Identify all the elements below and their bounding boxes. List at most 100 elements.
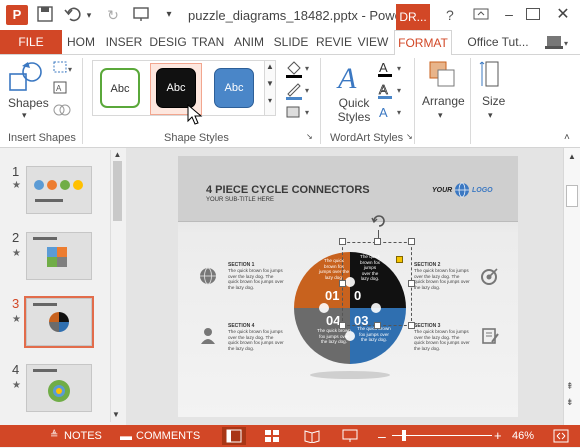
- scroll-thumb[interactable]: [113, 161, 122, 221]
- shape-outline-icon[interactable]: ▾: [284, 82, 314, 100]
- zoom-out-icon[interactable]: –: [378, 425, 386, 447]
- quick-styles-icon[interactable]: A: [334, 60, 368, 95]
- drawing-tools-tab[interactable]: DR...: [396, 4, 430, 30]
- rotate-handle-icon[interactable]: [370, 212, 388, 230]
- tab-slide-show[interactable]: SLIDE: [272, 30, 310, 54]
- save-icon[interactable]: [36, 6, 54, 24]
- resize-handle[interactable]: [374, 238, 381, 245]
- resize-handle[interactable]: [408, 280, 415, 287]
- text-outline-icon[interactable]: A ▾: [376, 82, 406, 100]
- comments-button[interactable]: COMMENTS: [136, 425, 200, 447]
- tab-home[interactable]: HOM: [64, 30, 98, 54]
- svg-text:A: A: [379, 82, 388, 97]
- slide-subtitle[interactable]: YOUR SUB-TITLE HERE: [206, 197, 274, 203]
- scroll-up-icon[interactable]: ▲: [564, 152, 580, 161]
- notes-icon[interactable]: ≜: [50, 425, 58, 447]
- quick-styles-button[interactable]: Quick Styles: [336, 96, 372, 124]
- customize-qat-icon[interactable]: ▾: [160, 6, 178, 24]
- globe-logo-icon: [454, 182, 470, 198]
- zoom-slider-track[interactable]: [392, 435, 492, 436]
- notes-button[interactable]: NOTES: [64, 425, 102, 447]
- collapse-ribbon-icon[interactable]: ˄: [564, 132, 576, 144]
- scroll-thumb[interactable]: [566, 185, 578, 207]
- slide-number: 4: [12, 362, 20, 377]
- presentation-icon[interactable]: [132, 6, 150, 24]
- zoom-level[interactable]: 46%: [512, 425, 534, 447]
- thumbnails-scrollbar[interactable]: ▲: [110, 150, 124, 422]
- ribbon-display-icon[interactable]: [472, 6, 492, 24]
- tab-design[interactable]: DESIG: [148, 30, 188, 54]
- scroll-down-icon[interactable]: ▼: [112, 410, 120, 419]
- scroll-up-icon[interactable]: ▲: [111, 150, 124, 159]
- resize-handle[interactable]: [408, 322, 415, 329]
- slide-thumbnail-2[interactable]: [26, 232, 92, 280]
- resize-handle[interactable]: [339, 280, 346, 287]
- shape-style-black-fill[interactable]: Abc: [156, 68, 196, 108]
- shapes-gallery-icon[interactable]: [8, 60, 46, 96]
- normal-view-icon[interactable]: [222, 427, 246, 445]
- shapes-button[interactable]: Shapes: [8, 96, 49, 110]
- text-box-icon[interactable]: A: [52, 80, 74, 96]
- slide-thumbnail-3[interactable]: [26, 298, 92, 346]
- size-dropdown-icon[interactable]: ▾: [488, 110, 493, 121]
- arrange-dropdown-icon[interactable]: ▾: [438, 110, 443, 121]
- zoom-slider-thumb[interactable]: [402, 430, 406, 441]
- redo-icon[interactable]: ↻: [104, 6, 122, 24]
- resize-handle[interactable]: [339, 238, 346, 245]
- resize-handle[interactable]: [408, 238, 415, 245]
- size-icon[interactable]: [478, 58, 506, 92]
- text-effects-icon[interactable]: A ▾: [376, 104, 406, 122]
- zoom-in-icon[interactable]: +: [494, 425, 502, 447]
- section-2-body: The quick brown fox jumps over the lazy …: [414, 268, 470, 290]
- size-button[interactable]: Size: [482, 94, 505, 108]
- section-1-body: The quick brown fox jumps over the lazy …: [228, 268, 284, 290]
- slide-show-icon[interactable]: [342, 429, 358, 443]
- tab-insert[interactable]: INSER: [104, 30, 144, 54]
- shapes-dropdown-icon[interactable]: ▾: [22, 110, 27, 121]
- adjust-handle[interactable]: [396, 256, 403, 263]
- undo-icon[interactable]: [64, 6, 82, 24]
- shape-fill-icon[interactable]: ▾: [284, 60, 314, 78]
- fit-to-window-icon[interactable]: [552, 428, 570, 444]
- account-name[interactable]: Office Tut...: [460, 30, 536, 54]
- document-title: puzzle_diagrams_18482.pptx - Powe...: [188, 8, 413, 23]
- slide-thumbnail-1[interactable]: [26, 166, 92, 214]
- maximize-icon[interactable]: [526, 8, 540, 20]
- tab-format[interactable]: FORMAT: [394, 30, 452, 55]
- resize-handle[interactable]: [374, 322, 381, 329]
- next-slide-icon[interactable]: ⇟: [566, 396, 574, 408]
- prev-slide-icon[interactable]: ⇞: [566, 380, 574, 392]
- shape-effects-icon[interactable]: ▾: [284, 104, 314, 122]
- scroll-down-icon[interactable]: ▼: [265, 73, 275, 95]
- tab-transitions[interactable]: TRAN: [190, 30, 226, 54]
- shape-style-blue-fill[interactable]: Abc: [214, 68, 254, 108]
- tab-view[interactable]: VIEW: [356, 30, 390, 54]
- arrange-button[interactable]: Arrange: [422, 94, 465, 108]
- slide-thumbnail-4[interactable]: [26, 364, 92, 412]
- text-fill-icon[interactable]: A ▾: [376, 60, 406, 78]
- tab-animations[interactable]: ANIM: [230, 30, 268, 54]
- undo-dropdown-icon[interactable]: ▾: [84, 6, 94, 24]
- star-icon: ★: [12, 380, 21, 391]
- shape-styles-launcher-icon[interactable]: ↘: [306, 132, 316, 142]
- globe-icon: [198, 266, 218, 286]
- close-icon[interactable]: ✕: [553, 4, 573, 24]
- account-icon[interactable]: ▾: [544, 34, 570, 52]
- minimize-icon[interactable]: –: [500, 6, 518, 24]
- help-icon[interactable]: ?: [440, 6, 462, 24]
- slide-sorter-icon[interactable]: [264, 429, 280, 443]
- edit-shape-icon[interactable]: ▾: [52, 60, 74, 76]
- tab-review[interactable]: REVIE: [314, 30, 354, 54]
- resize-handle[interactable]: [339, 322, 346, 329]
- shape-style-outline-green[interactable]: Abc: [100, 68, 140, 108]
- insert-shapes-group-label: Insert Shapes: [8, 132, 76, 144]
- slide-title[interactable]: 4 PIECE CYCLE CONNECTORS: [206, 184, 370, 196]
- merge-shapes-icon[interactable]: [52, 102, 74, 118]
- comments-icon[interactable]: ▬: [120, 425, 132, 447]
- tab-file[interactable]: FILE: [0, 30, 62, 54]
- arrange-icon[interactable]: [424, 58, 460, 92]
- reading-view-icon[interactable]: [304, 429, 320, 444]
- more-styles-icon[interactable]: ▾: [265, 95, 275, 107]
- scroll-up-icon[interactable]: ▲: [265, 61, 275, 73]
- shape-styles-scroll[interactable]: ▲ ▼ ▾: [264, 60, 276, 116]
